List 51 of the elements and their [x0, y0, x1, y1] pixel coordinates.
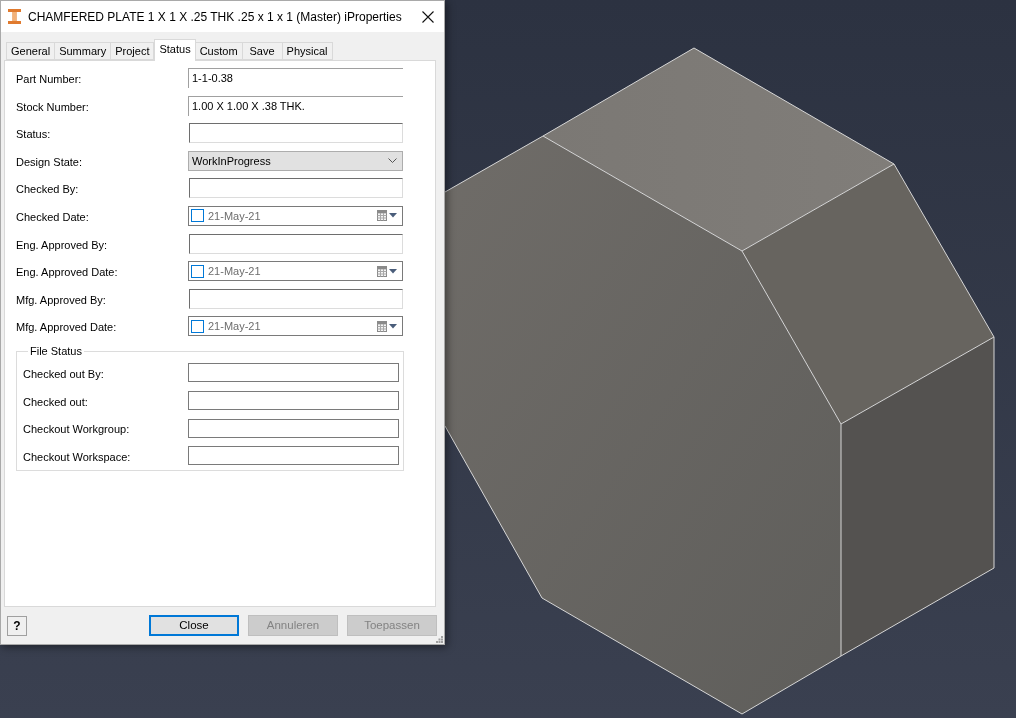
- field-label: Eng. Approved By:: [16, 238, 108, 251]
- tab[interactable]: Project: [111, 42, 155, 60]
- field-label: Part Number:: [16, 73, 82, 85]
- calendar-icon[interactable]: [377, 320, 387, 332]
- tab[interactable]: Summary: [55, 42, 112, 60]
- input-field[interactable]: [188, 446, 399, 466]
- date-picker[interactable]: 21-May-21: [188, 261, 403, 282]
- tab[interactable]: Save: [242, 42, 283, 60]
- input-field[interactable]: 1.00 X 1.00 X .38 THK.: [188, 95, 403, 116]
- chevron-icon: [388, 158, 397, 164]
- field-label: Stock Number:: [16, 100, 89, 113]
- input-field[interactable]: [189, 233, 403, 254]
- date-picker[interactable]: 21-May-21: [188, 205, 403, 226]
- input-field[interactable]: [188, 418, 399, 438]
- field-label: Checked By:: [16, 183, 79, 196]
- calendar-icon[interactable]: [377, 265, 387, 277]
- tab[interactable]: General: [6, 42, 56, 60]
- dialog-button[interactable]: Close: [149, 615, 239, 636]
- dropdown[interactable]: WorkInProgress: [188, 150, 403, 171]
- field-label: Checked Date:: [16, 210, 89, 223]
- caret-icon[interactable]: [389, 213, 397, 219]
- input-field[interactable]: [188, 363, 399, 383]
- tab[interactable]: Custom: [195, 42, 243, 60]
- help-button[interactable]: ?: [7, 615, 27, 636]
- close-icon[interactable]: [422, 10, 434, 23]
- date-picker[interactable]: 21-May-21: [188, 316, 403, 337]
- calendar-icon[interactable]: [377, 210, 387, 222]
- field-label: Mfg. Approved By:: [16, 293, 106, 306]
- checkbox[interactable]: [191, 264, 204, 278]
- field-label: Checked out:: [23, 395, 88, 408]
- input-field[interactable]: [189, 123, 403, 144]
- window-title: CHAMFERED PLATE 1 X 1 X .25 THK .25 x 1 x 1 (Master) iProperties: [28, 8, 402, 26]
- field-label: Checked out By:: [23, 367, 104, 380]
- field-label: Design State:: [16, 155, 83, 168]
- caret-icon[interactable]: [389, 323, 397, 329]
- field-label: Checkout Workspace:: [23, 450, 131, 463]
- group-title: File Status: [29, 345, 83, 359]
- field-label: Status:: [16, 128, 51, 141]
- input-field[interactable]: [189, 178, 403, 199]
- checkbox[interactable]: [191, 319, 204, 333]
- tab[interactable]: Status: [154, 39, 196, 61]
- input-field[interactable]: [188, 391, 399, 411]
- field-label: Eng. Approved Date:: [16, 266, 118, 279]
- input-field[interactable]: 1-1-0.38: [188, 68, 403, 88]
- field-label: Checkout Workgroup:: [23, 423, 130, 436]
- field-label: Mfg. Approved Date:: [16, 321, 117, 334]
- i-beam-icon: [8, 9, 21, 24]
- checkbox[interactable]: [191, 209, 204, 223]
- input-field[interactable]: [189, 288, 403, 309]
- tab[interactable]: Physical: [282, 42, 333, 60]
- caret-icon[interactable]: [389, 268, 397, 274]
